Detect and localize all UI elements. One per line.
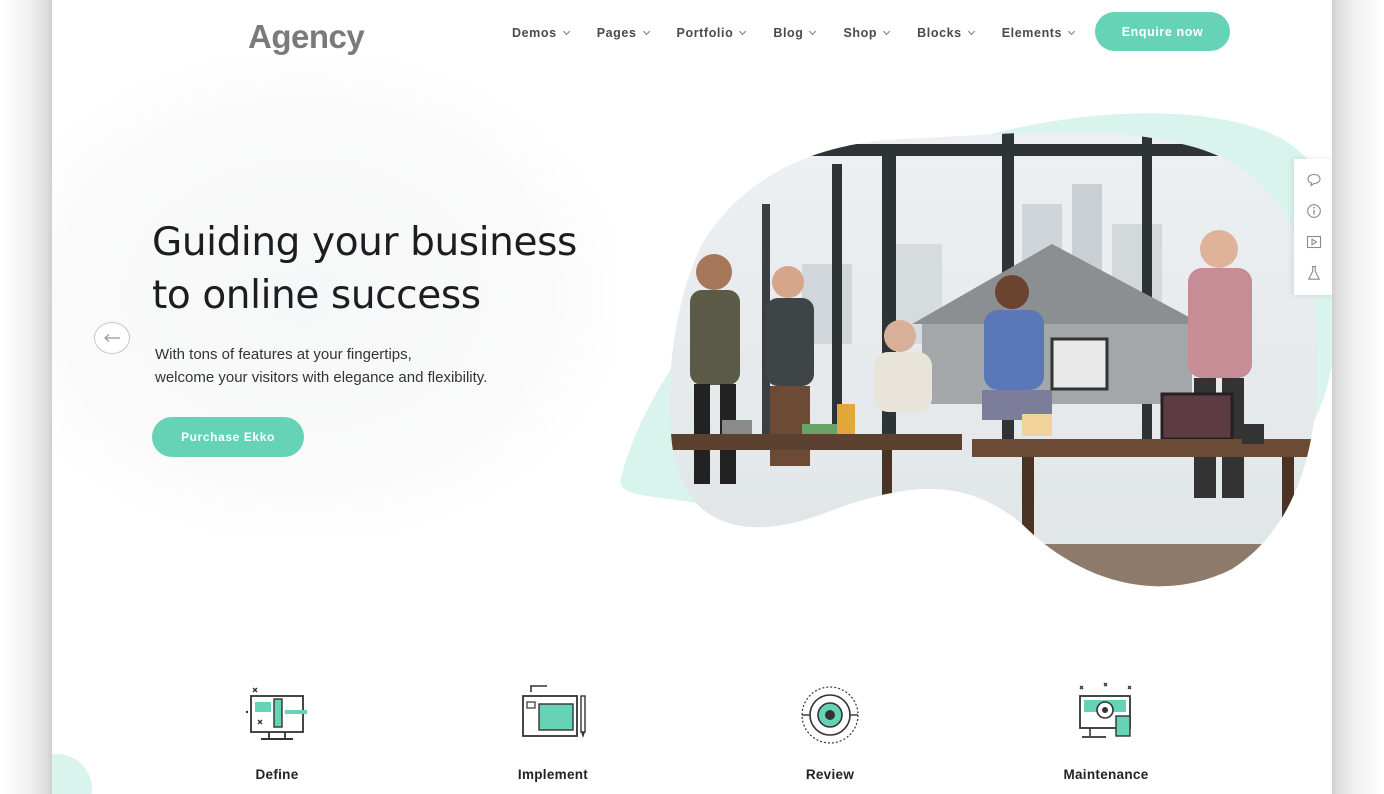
monitor-wireframe-icon [245,687,307,740]
main-nav: Demos Pages Portfolio Blog Shop Blocks E… [512,23,1102,43]
hero-subtitle-line: welcome your visitors with elegance and … [155,369,488,386]
nav-item-shop[interactable]: Shop [843,23,891,43]
page: Agency Demos Pages Portfolio Blog Shop B… [52,6,1332,794]
page-shadow-left [0,0,52,794]
hero-title-line: Guiding your business [152,220,577,265]
eye-target-icon [801,686,859,744]
feature-label: Define [255,767,299,782]
chevron-down-icon [642,27,650,36]
chevron-down-icon [562,27,570,36]
nav-item-demos[interactable]: Demos [512,23,570,43]
side-toolbar [1294,159,1332,295]
flask-icon[interactable] [1305,264,1323,282]
feature-label: Maintenance [1063,767,1149,782]
nav-item-label: Pages [596,26,637,40]
devices-gear-icon [1079,682,1132,738]
nav-item-blocks[interactable]: Blocks [917,23,975,43]
chevron-down-icon [1068,27,1076,36]
feature-define: Define [197,682,357,782]
nav-item-label: Shop [843,26,878,40]
hero-team-image [620,113,1332,587]
feature-implement: Implement [473,682,633,782]
site-logo[interactable]: Agency [248,18,365,56]
nav-item-label: Blocks [917,26,962,40]
nav-item-label: Demos [512,26,557,40]
arrow-left-icon [104,334,120,342]
nav-item-pages[interactable]: Pages [596,23,650,43]
slider-prev-button[interactable] [94,322,130,354]
nav-item-label: Elements [1001,26,1063,40]
chevron-down-icon [809,27,817,36]
chevron-down-icon [883,27,891,36]
feature-review: Review [750,682,910,782]
play-icon[interactable] [1305,233,1323,251]
nav-item-label: Blog [773,26,804,40]
chevron-down-icon [967,27,975,36]
feature-label: Review [805,767,855,782]
chevron-down-icon [739,27,747,36]
hero-subtitle: With tons of features at your fingertips… [155,343,575,389]
hero-subtitle-line: With tons of features at your fingertips… [155,346,412,363]
info-icon[interactable] [1305,202,1323,220]
background-corner-shape [52,754,92,794]
hero-title-line: to online success [152,273,481,318]
nav-item-label: Portfolio [676,26,734,40]
chat-icon[interactable] [1305,171,1323,189]
purchase-button[interactable]: Purchase Ekko [152,417,304,457]
hero-title: Guiding your business to online success [152,216,622,322]
nav-item-portfolio[interactable]: Portfolio [676,23,747,43]
nav-item-elements[interactable]: Elements [1001,23,1076,43]
page-shadow-right [1332,0,1384,794]
enquire-now-button[interactable]: Enquire now [1095,12,1230,51]
nav-item-blog[interactable]: Blog [773,23,817,43]
feature-label: Implement [517,767,589,782]
tablet-pencil-icon [522,685,586,738]
feature-maintenance: Maintenance [1026,682,1186,782]
